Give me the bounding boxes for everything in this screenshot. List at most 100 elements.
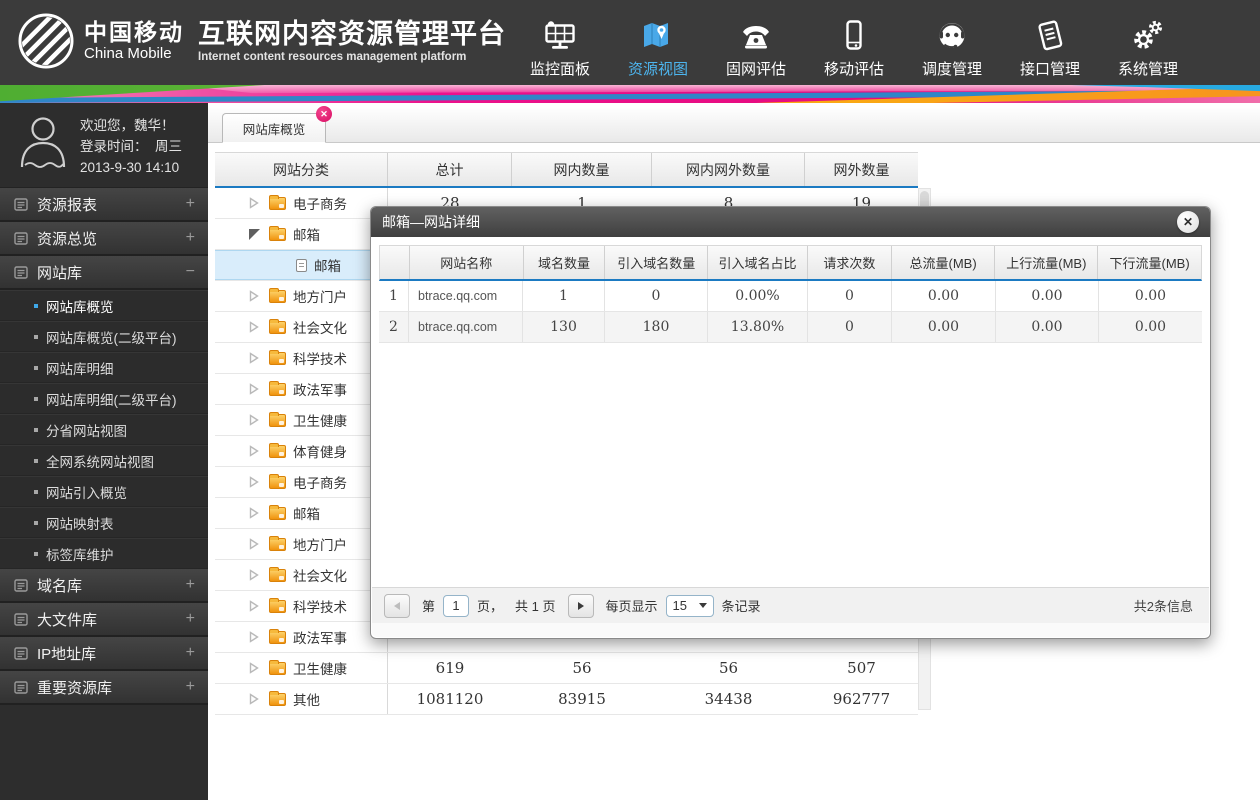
arrow-collapsed-icon[interactable]: [249, 662, 261, 674]
sidebar-item-7[interactable]: 重要资源库 +: [0, 671, 208, 705]
tree-label: 政法军事: [293, 631, 347, 646]
nav-item-6[interactable]: 接口管理: [1001, 0, 1099, 85]
tab-close-icon[interactable]: ✕: [316, 106, 332, 122]
modal-value-cell: 0.00: [996, 312, 1099, 342]
table-row[interactable]: 卫生健康 619 56 56 507: [215, 653, 918, 684]
modal-body: 网站名称 域名数量 引入域名数量 引入域名占比 请求次数 总流量(MB) 上行流量(MB) 下…: [371, 237, 1210, 587]
tree-cell[interactable]: 科学技术: [215, 343, 388, 373]
tree-cell[interactable]: 地方门户: [215, 281, 388, 311]
sidebar-subitem-label: 标签库维护: [46, 547, 114, 563]
next-page-button[interactable]: [567, 593, 594, 618]
sidebar-subitem-6[interactable]: 全网系统网站视图: [0, 445, 208, 476]
tab-label: 网站库概览: [242, 122, 306, 137]
arrow-collapsed-icon[interactable]: [249, 197, 261, 209]
page-size-select[interactable]: 15: [665, 594, 714, 617]
brand: 中国移动 China Mobile 互联网内容资源管理平台 Internet c…: [13, 8, 506, 75]
tree-cell[interactable]: 邮箱: [215, 219, 388, 249]
user-panel: 欢迎您，魏华！ 登录时间： 周三 2013-9-30 14:10: [0, 103, 208, 188]
chevron-down-icon: [698, 603, 707, 608]
arrow-collapsed-icon[interactable]: [249, 693, 261, 705]
arrow-collapsed-icon[interactable]: [249, 414, 261, 426]
nav-item-7[interactable]: 系统管理: [1099, 0, 1197, 85]
sidebar-subitem-3[interactable]: 网站库明细: [0, 352, 208, 383]
total-records-label: 共2条信息: [1133, 599, 1193, 614]
sidebar-item-1[interactable]: 资源报表 +: [0, 188, 208, 222]
value-cell: 56: [572, 659, 592, 677]
arrow-collapsed-icon[interactable]: [249, 290, 261, 302]
arrow-collapsed-icon[interactable]: [249, 445, 261, 457]
modal-column-header: 网站名称: [410, 246, 524, 279]
nav-item-1[interactable]: 监控面板: [511, 0, 609, 85]
table-row[interactable]: 其他 1081120 83915 34438 962777: [215, 684, 918, 715]
tree-cell[interactable]: 电子商务: [215, 188, 388, 218]
arrow-collapsed-icon[interactable]: [249, 476, 261, 488]
tree-cell[interactable]: 卫生健康: [215, 653, 388, 683]
sidebar-subitem-9[interactable]: 标签库维护: [0, 538, 208, 569]
modal-bottom-strip: [372, 623, 1209, 637]
tree-cell[interactable]: 其他: [215, 684, 388, 714]
sidebar-item-4[interactable]: 域名库 +: [0, 569, 208, 603]
arrow-collapsed-icon[interactable]: [249, 352, 261, 364]
per-page-suffix-label: 条记录: [721, 599, 761, 614]
sidebar-item-3[interactable]: 网站库 −: [0, 256, 208, 290]
tree-cell[interactable]: 邮箱: [215, 250, 388, 280]
tree-cell[interactable]: 政法军事: [215, 374, 388, 404]
tree-label: 社会文化: [293, 321, 347, 336]
prev-page-button[interactable]: [384, 593, 410, 618]
folder-icon: [269, 566, 286, 582]
avatar-icon: [16, 113, 70, 175]
sidebar-subitem-1[interactable]: 网站库概览: [0, 290, 208, 321]
expand-toggle-icon: +: [185, 576, 195, 593]
arrow-collapsed-icon[interactable]: [249, 383, 261, 395]
nav-item-5[interactable]: 调度管理: [903, 0, 1001, 85]
tree-cell[interactable]: 邮箱: [215, 498, 388, 528]
sidebar-subitem-2[interactable]: 网站库概览(二级平台): [0, 321, 208, 352]
nav-item-2[interactable]: 资源视图: [609, 0, 707, 85]
sidebar-subitem-4[interactable]: 网站库明细(二级平台): [0, 383, 208, 414]
value-cell: 34438: [704, 690, 753, 708]
welcome-text: 欢迎您，魏华！: [80, 118, 175, 133]
arrow-collapsed-icon[interactable]: [249, 569, 261, 581]
tree-cell[interactable]: 政法军事: [215, 622, 388, 652]
operator-headset-icon: [934, 14, 970, 56]
modal-close-icon[interactable]: ✕: [1177, 211, 1199, 233]
sidebar-subitem-5[interactable]: 分省网站视图: [0, 414, 208, 445]
sidebar-subitem-label: 网站库概览: [46, 299, 114, 315]
sidebar-item-5[interactable]: 大文件库 +: [0, 603, 208, 637]
arrow-collapsed-icon[interactable]: [249, 600, 261, 612]
modal-header: 邮箱—网站详细 ✕: [371, 207, 1210, 237]
nav-item-4[interactable]: 移动评估: [805, 0, 903, 85]
tree-label: 邮箱: [293, 228, 320, 243]
tree-label: 地方门户: [293, 538, 347, 553]
sidebar-subitem-7[interactable]: 网站引入概览: [0, 476, 208, 507]
tree-cell[interactable]: 体育健身: [215, 436, 388, 466]
bullet-icon: [34, 427, 38, 432]
modal-value-cell: 0.00%: [708, 281, 808, 311]
arrow-collapsed-icon[interactable]: [249, 321, 261, 333]
sidebar-subitem-8[interactable]: 网站映射表: [0, 507, 208, 538]
login-time-label: 登录时间：: [80, 139, 148, 154]
sidebar-item-2[interactable]: 资源总览 +: [0, 222, 208, 256]
bullet-icon: [34, 396, 38, 401]
nav-item-3[interactable]: 固网评估: [707, 0, 805, 85]
tree-cell[interactable]: 地方门户: [215, 529, 388, 559]
tree-cell[interactable]: 电子商务: [215, 467, 388, 497]
menu-doc-icon: [14, 646, 28, 660]
tree-cell[interactable]: 社会文化: [215, 560, 388, 590]
nav-item-label: 移动评估: [823, 61, 884, 78]
arrow-expanded-icon[interactable]: [249, 228, 261, 240]
sidebar-item-6[interactable]: IP地址库 +: [0, 637, 208, 671]
arrow-collapsed-icon[interactable]: [249, 507, 261, 519]
page-number-input[interactable]: 1: [443, 594, 470, 617]
tree-label: 科学技术: [293, 352, 347, 367]
tree-cell[interactable]: 卫生健康: [215, 405, 388, 435]
tree-cell[interactable]: 社会文化: [215, 312, 388, 342]
modal-table-row[interactable]: 2 btrace.qq.com 130 180 13.80% 0 0.00 0.00 0.00: [379, 312, 1202, 343]
arrow-collapsed-icon[interactable]: [249, 538, 261, 550]
tab-website-overview[interactable]: 网站库概览 ✕: [222, 106, 332, 143]
arrow-collapsed-icon[interactable]: [249, 631, 261, 643]
modal-table-row[interactable]: 1 btrace.qq.com 1 0 0.00% 0 0.00 0.00 0.00: [379, 281, 1202, 312]
tree-cell[interactable]: 科学技术: [215, 591, 388, 621]
tree-label: 科学技术: [293, 600, 347, 615]
gears-icon: [1130, 14, 1166, 56]
